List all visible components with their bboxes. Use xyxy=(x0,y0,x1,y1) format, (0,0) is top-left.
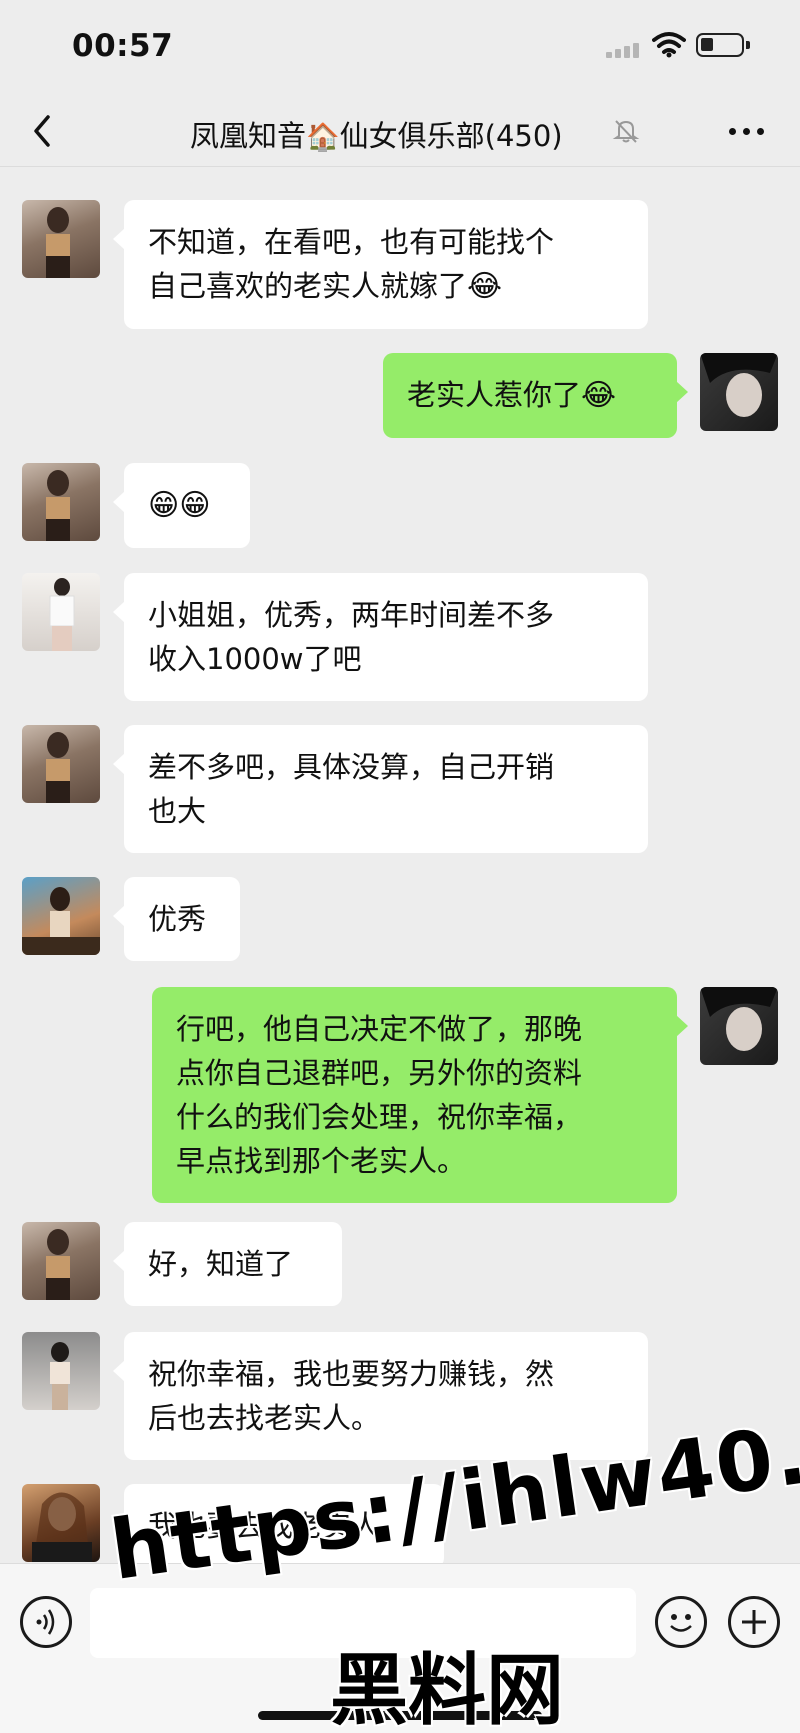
message-line: 早点找到那个老实人。 xyxy=(176,1144,467,1178)
chat-title-suffix: 仙女俱乐部(450) xyxy=(339,119,563,153)
message-bubble: 😁😁 xyxy=(113,463,250,548)
avatar-self[interactable] xyxy=(700,987,778,1065)
message-bubble-self: 老实人惹你了😂 xyxy=(383,353,688,438)
message-line: 后也去找老实人。 xyxy=(148,1401,381,1435)
emoji: 😂 xyxy=(467,269,503,304)
message-bubble: 小姐姐，优秀，两年时间差不多 收入1000w了吧 xyxy=(113,573,648,701)
message-line: 也大 xyxy=(148,794,207,828)
message-bubble: 优秀 xyxy=(113,877,240,961)
message-line: 差不多吧，具体没算，自己开销 xyxy=(148,750,555,784)
message-bubble: 好，知道了 xyxy=(113,1222,342,1306)
message-bubble-self: 行吧，他自己决定不做了，那晚 点你自己退群吧，另外你的资料 什么的我们会处理，祝… xyxy=(152,987,688,1203)
house-emoji: 🏠 xyxy=(306,122,340,153)
message-line: 好，知道了 xyxy=(148,1247,294,1281)
cellular-signal-icon xyxy=(606,40,646,58)
watermark-site: 黑料网 xyxy=(330,1646,565,1733)
chat-title-prefix: 凤凰知音 xyxy=(190,119,307,153)
status-bar: 00:57 xyxy=(0,0,800,95)
message-line: 点你自己退群吧，另外你的资料 xyxy=(176,1056,583,1090)
emoji: 😂 xyxy=(581,378,617,413)
message-line: 行吧，他自己决定不做了，那晚 xyxy=(176,1012,583,1046)
chat-header: 凤凰知音🏠仙女俱乐部(450) xyxy=(0,95,800,167)
chevron-left-icon[interactable] xyxy=(26,111,62,151)
avatar[interactable] xyxy=(22,1332,100,1410)
message-line: 老实人惹你了 xyxy=(407,378,582,412)
message-line: 收入1000w了吧 xyxy=(148,642,362,676)
message-bubble: 不知道，在看吧，也有可能找个 自己喜欢的老实人就嫁了😂 xyxy=(113,200,648,329)
message-line: 不知道，在看吧，也有可能找个 xyxy=(148,225,555,259)
avatar-self[interactable] xyxy=(700,353,778,431)
message-line: 祝你幸福，我也要努力赚钱，然 xyxy=(148,1357,555,1391)
plus-icon[interactable] xyxy=(728,1596,780,1648)
bell-off-icon xyxy=(612,120,640,143)
status-time: 00:57 xyxy=(72,28,174,64)
battery-icon xyxy=(696,33,750,57)
message-bubble: 差不多吧，具体没算，自己开销 也大 xyxy=(113,725,648,853)
smiley-icon[interactable] xyxy=(655,1596,707,1648)
message-line: 优秀 xyxy=(148,902,207,936)
avatar[interactable] xyxy=(22,200,100,278)
avatar[interactable] xyxy=(22,1222,100,1300)
message-line: 自己喜欢的老实人就嫁了 xyxy=(148,269,468,303)
more-dots-icon[interactable] xyxy=(727,117,767,145)
avatar[interactable] xyxy=(22,573,100,651)
avatar[interactable] xyxy=(22,725,100,803)
avatar[interactable] xyxy=(22,877,100,955)
message-line: 小姐姐，优秀，两年时间差不多 xyxy=(148,598,555,632)
message-line: 什么的我们会处理，祝你幸福， xyxy=(176,1100,583,1134)
wifi-icon xyxy=(652,32,686,58)
avatar[interactable] xyxy=(22,463,100,541)
avatar[interactable] xyxy=(22,1484,100,1562)
chat-title: 凤凰知音🏠仙女俱乐部(450) xyxy=(190,113,620,155)
emoji: 😁😁 xyxy=(148,488,211,523)
voice-icon[interactable] xyxy=(20,1596,72,1648)
